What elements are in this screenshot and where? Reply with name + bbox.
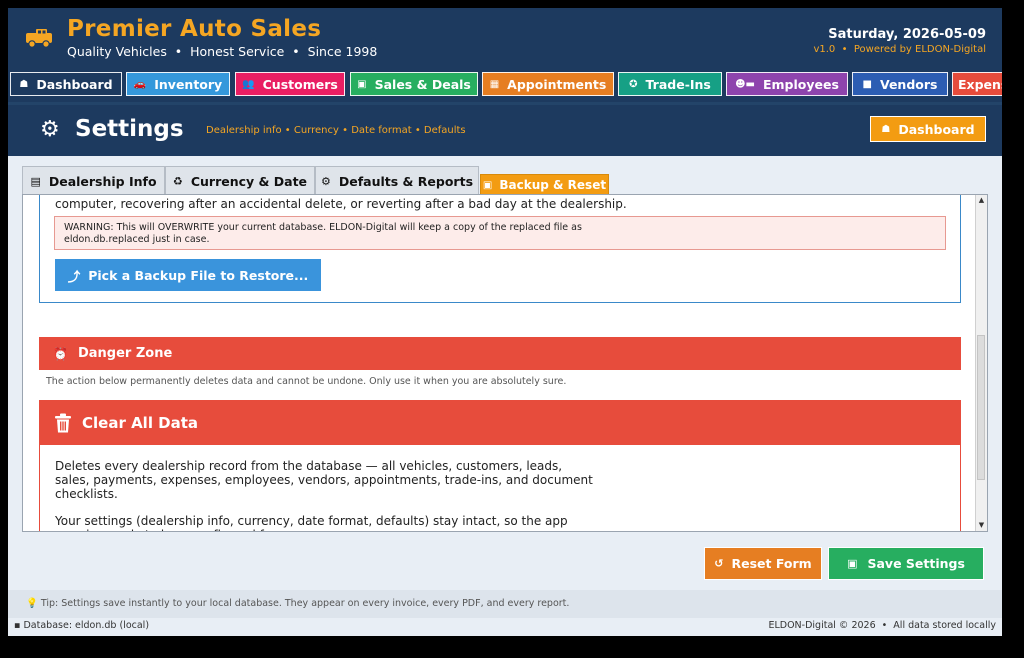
nav-label: Customers xyxy=(262,76,338,92)
page-subtitle: Dealership info • Currency • Date format… xyxy=(206,125,466,136)
house-icon: ☗ xyxy=(881,123,891,135)
nav-vendors[interactable]: ■ Vendors xyxy=(852,72,948,96)
box-icon: ■ xyxy=(862,78,872,90)
nav-trade-ins[interactable]: ✪ Trade-Ins xyxy=(618,72,722,96)
tab-backup-reset[interactable]: ▣ Backup & Reset xyxy=(480,174,609,196)
danger-zone-header: ⏰ Danger Zone xyxy=(39,337,961,370)
floppy-icon: ▪ xyxy=(14,620,21,631)
database-label: Database: eldon.db (local) xyxy=(23,620,150,631)
main-nav: ☗ Dashboard 🚗 Inventory 👥 Customers ▣ Sa… xyxy=(8,68,1002,102)
current-date: Saturday, 2026-05-09 xyxy=(828,27,986,42)
gear-icon: ⚙ xyxy=(40,117,60,142)
gear-icon: ⚙ xyxy=(320,174,331,188)
tab-currency-date[interactable]: ♻ Currency & Date xyxy=(165,166,315,195)
house-icon: ☗ xyxy=(19,78,29,90)
restore-button-label: Pick a Backup File to Restore... xyxy=(88,267,309,283)
employees-icon: ☻▬ xyxy=(735,78,755,90)
clear-data-title: Clear All Data xyxy=(82,414,199,432)
app-header: Premier Auto Sales Quality Vehicles • Ho… xyxy=(8,8,1002,68)
clear-data-header: Clear All Data xyxy=(40,401,960,445)
tip-message: Tip: Settings save instantly to your loc… xyxy=(40,598,570,609)
warning-line-1: WARNING: This will OVERWRITE your curren… xyxy=(64,222,582,233)
reset-form-button[interactable]: ↺ Reset Form xyxy=(704,547,822,580)
database-status: ▪ Database: eldon.db (local) xyxy=(14,620,149,631)
truck-logo-icon xyxy=(26,29,52,48)
scroll-up-icon[interactable]: ▲ xyxy=(976,195,987,206)
tab-dealership-info[interactable]: ▤ Dealership Info xyxy=(22,166,165,195)
scroll-down-icon[interactable]: ▼ xyxy=(976,520,987,531)
nav-label: Sales & Deals xyxy=(374,76,471,92)
restore-card: computer, recovering after an accidental… xyxy=(39,195,961,303)
undo-icon: ↺ xyxy=(714,557,724,570)
app-title: Premier Auto Sales xyxy=(67,16,322,42)
restore-intro: computer, recovering after an accidental… xyxy=(55,197,627,211)
nav-label: Employees xyxy=(762,76,839,92)
floppy-icon: ▣ xyxy=(847,557,858,570)
tab-label: Currency & Date xyxy=(190,173,308,189)
copyright: ELDON-Digital © 2026 • All data stored l… xyxy=(768,620,996,631)
nav-appointments[interactable]: ▦ Appointments xyxy=(482,72,614,96)
lightbulb-icon: 💡 xyxy=(26,598,38,609)
page-title: Settings xyxy=(75,116,184,142)
tab-label: Backup & Reset xyxy=(499,178,607,192)
recycle-icon: ♻ xyxy=(172,174,183,188)
tip-bar: 💡 Tip: Settings save instantly to your l… xyxy=(8,590,1002,618)
tab-label: Defaults & Reports xyxy=(338,173,474,189)
clear-data-description: Deletes every dealership record from the… xyxy=(55,459,593,501)
nav-sales-deals[interactable]: ▣ Sales & Deals xyxy=(350,72,478,96)
archive-icon: ▣ xyxy=(482,179,493,191)
status-bar: ▪ Database: eldon.db (local) ELDON-Digit… xyxy=(8,618,1002,636)
nav-inventory[interactable]: 🚗 Inventory xyxy=(126,72,230,96)
trade-icon: ✪ xyxy=(629,78,638,90)
nav-customers[interactable]: 👥 Customers xyxy=(235,72,345,96)
dashboard-button[interactable]: ☗ Dashboard xyxy=(870,116,986,142)
nav-label: Vendors xyxy=(879,76,938,92)
save-settings-button[interactable]: ▣ Save Settings xyxy=(828,547,984,580)
panel-scrollbar[interactable]: ▲ ▼ xyxy=(975,195,987,531)
nav-expenses[interactable]: Expens xyxy=(952,72,1002,96)
scroll-thumb[interactable] xyxy=(977,335,985,480)
version-info: v1.0 • Powered by ELDON-Digital xyxy=(813,44,986,55)
clear-data-card: Clear All Data Deletes every dealership … xyxy=(39,400,961,531)
nav-employees[interactable]: ☻▬ Employees xyxy=(726,72,848,96)
tab-label: Dealership Info xyxy=(48,173,157,189)
trash-icon xyxy=(55,413,71,433)
restore-backup-button[interactable]: ⤴ Pick a Backup File to Restore... xyxy=(55,259,321,291)
settings-header: ⚙ Settings Dealership info • Currency • … xyxy=(8,102,1002,156)
tip-text: 💡 Tip: Settings save instantly to your l… xyxy=(26,598,569,609)
building-icon: ▤ xyxy=(30,174,41,188)
overwrite-warning: WARNING: This will OVERWRITE your curren… xyxy=(54,216,946,250)
upload-icon: ⤴ xyxy=(67,268,81,284)
handshake-icon: ▣ xyxy=(357,78,367,90)
alarm-icon: ⏰ xyxy=(53,346,68,361)
nav-dashboard[interactable]: ☗ Dashboard xyxy=(10,72,122,96)
danger-zone-description: The action below permanently deletes dat… xyxy=(46,376,567,387)
reset-button-label: Reset Form xyxy=(731,556,812,571)
nav-label: Appointments xyxy=(507,76,607,92)
nav-label: Dashboard xyxy=(36,76,113,92)
dashboard-button-label: Dashboard xyxy=(898,121,975,137)
nav-label: Trade-Ins xyxy=(645,76,711,92)
calendar-icon: ▦ xyxy=(489,78,500,90)
save-button-label: Save Settings xyxy=(867,556,965,571)
app-tagline: Quality Vehicles • Honest Service • Sinc… xyxy=(67,44,378,59)
danger-zone-title: Danger Zone xyxy=(77,346,173,361)
people-icon: 👥 xyxy=(242,78,255,90)
tab-defaults-reports[interactable]: ⚙ Defaults & Reports xyxy=(315,166,479,195)
settings-panel[interactable]: computer, recovering after an accidental… xyxy=(22,194,988,532)
warning-line-2: eldon.db.replaced just in case. xyxy=(64,233,210,245)
nav-label: Inventory xyxy=(154,76,223,92)
clear-data-note: Your settings (dealership info, currency… xyxy=(55,514,568,531)
nav-label: Expens xyxy=(958,76,1002,92)
app-window: Premier Auto Sales Quality Vehicles • Ho… xyxy=(8,8,1002,636)
car-icon: 🚗 xyxy=(133,78,147,90)
